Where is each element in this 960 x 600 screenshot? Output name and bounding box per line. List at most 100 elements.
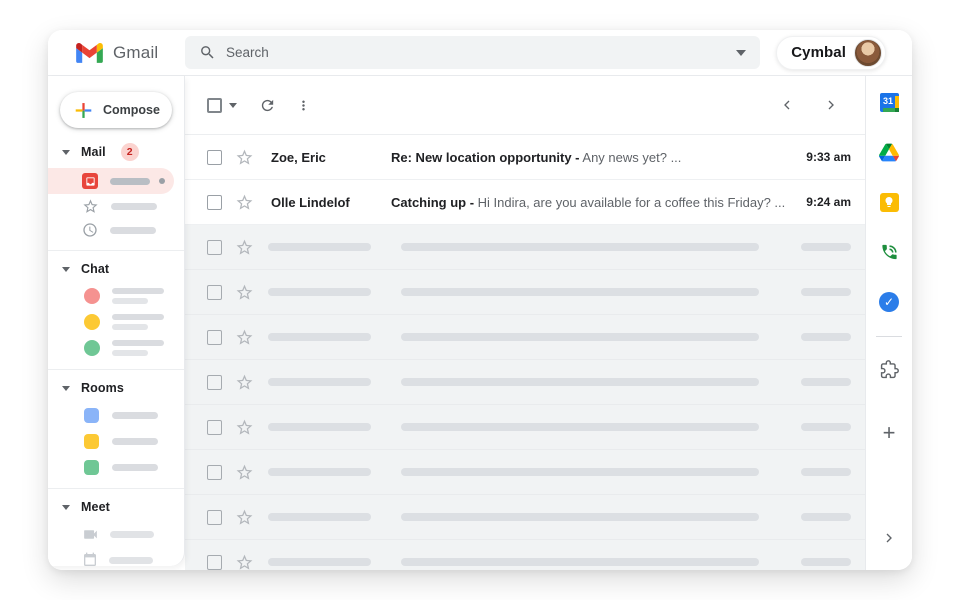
row-checkbox[interactable] xyxy=(207,240,222,255)
sidebar-item-inbox[interactable] xyxy=(48,168,174,194)
gmail-logo[interactable]: Gmail xyxy=(48,43,185,63)
row-star-button[interactable] xyxy=(235,193,254,212)
room-name-placeholder xyxy=(112,464,158,471)
more-options-button[interactable] xyxy=(296,98,311,113)
unread-badge: 2 xyxy=(121,143,139,161)
row-star-button[interactable] xyxy=(235,238,254,257)
room-item[interactable] xyxy=(48,428,184,454)
older-page-button[interactable] xyxy=(823,97,839,113)
section-chat[interactable]: Chat xyxy=(48,259,184,279)
get-addons-button[interactable] xyxy=(879,359,899,379)
drive-app-button[interactable] xyxy=(879,142,899,162)
chevron-down-icon[interactable] xyxy=(62,267,70,272)
account-pill[interactable]: Cymbal xyxy=(776,36,886,70)
placeholder-email-row[interactable] xyxy=(185,540,865,570)
chevron-down-icon[interactable] xyxy=(62,386,70,391)
row-checkbox[interactable] xyxy=(207,465,222,480)
starred-label-placeholder xyxy=(111,203,157,210)
search-options-caret-icon[interactable] xyxy=(736,50,746,56)
time-placeholder-bar xyxy=(801,468,851,476)
email-subject: Re: New location opportunity - xyxy=(391,150,580,165)
room-item[interactable] xyxy=(48,402,184,428)
select-all-checkbox[interactable] xyxy=(207,98,222,113)
time-placeholder-bar xyxy=(801,423,851,431)
user-avatar[interactable] xyxy=(854,39,882,67)
subject-placeholder-bar xyxy=(401,468,759,476)
select-caret-icon[interactable] xyxy=(229,103,237,108)
refresh-icon xyxy=(259,97,276,114)
row-checkbox[interactable] xyxy=(207,285,222,300)
refresh-button[interactable] xyxy=(259,97,276,114)
placeholder-email-row[interactable] xyxy=(185,225,865,270)
sidebar-item-snoozed[interactable] xyxy=(48,218,184,242)
star-icon xyxy=(235,238,254,257)
chevron-down-icon[interactable] xyxy=(62,505,70,510)
time-placeholder-bar xyxy=(801,378,851,386)
compose-button[interactable]: Compose xyxy=(60,92,172,128)
search-bar[interactable] xyxy=(185,36,760,69)
puzzle-icon xyxy=(880,360,899,379)
placeholder-email-row[interactable] xyxy=(185,450,865,495)
row-star-button[interactable] xyxy=(235,148,254,167)
add-panel-button[interactable]: + xyxy=(879,423,899,443)
brand-logo: Cymbal xyxy=(791,44,846,61)
calendar-outline-icon xyxy=(82,552,98,566)
time-placeholder-bar xyxy=(801,333,851,341)
row-star-button[interactable] xyxy=(235,508,254,527)
placeholder-email-row[interactable] xyxy=(185,315,865,360)
tasks-app-button[interactable]: ✓ xyxy=(879,292,899,312)
chat-avatar-red xyxy=(84,288,100,304)
star-icon xyxy=(82,198,99,215)
placeholder-email-row[interactable] xyxy=(185,360,865,405)
chat-conversation-item[interactable] xyxy=(48,335,184,361)
newer-page-button[interactable] xyxy=(779,97,795,113)
row-checkbox[interactable] xyxy=(207,330,222,345)
star-icon xyxy=(235,148,254,167)
sidebar-item-starred[interactable] xyxy=(48,194,184,218)
email-time: 9:33 am xyxy=(806,150,865,164)
section-rooms[interactable]: Rooms xyxy=(48,378,184,398)
placeholder-email-row[interactable] xyxy=(185,495,865,540)
row-checkbox[interactable] xyxy=(207,195,222,210)
collapse-side-panel-button[interactable] xyxy=(879,528,899,548)
chat-conversation-item[interactable] xyxy=(48,283,184,309)
gmail-m-icon xyxy=(76,43,103,63)
divider xyxy=(48,369,184,370)
row-star-button[interactable] xyxy=(235,463,254,482)
room-item[interactable] xyxy=(48,454,184,480)
search-input[interactable] xyxy=(226,45,726,60)
row-star-button[interactable] xyxy=(235,283,254,302)
row-star-button[interactable] xyxy=(235,553,254,571)
room-avatar-yellow xyxy=(84,434,99,449)
sender-placeholder-bar xyxy=(268,423,371,431)
row-star-button[interactable] xyxy=(235,418,254,437)
section-mail[interactable]: Mail 2 xyxy=(48,142,184,162)
email-row[interactable]: Zoe, Eric Re: New location opportunity -… xyxy=(185,135,865,180)
voice-app-button[interactable] xyxy=(879,242,899,262)
email-row[interactable]: Olle Lindelof Catching up - Hi Indira, a… xyxy=(185,180,865,225)
meet-label-placeholder xyxy=(109,557,153,564)
side-panel-rail: 31 xyxy=(865,76,912,570)
time-placeholder-bar xyxy=(801,513,851,521)
star-icon xyxy=(235,508,254,527)
placeholder-email-row[interactable] xyxy=(185,270,865,315)
meet-join-meeting-item[interactable] xyxy=(48,547,184,566)
section-meet[interactable]: Meet xyxy=(48,497,184,517)
calendar-app-button[interactable]: 31 xyxy=(879,92,899,112)
row-star-button[interactable] xyxy=(235,373,254,392)
row-checkbox[interactable] xyxy=(207,555,222,570)
row-checkbox[interactable] xyxy=(207,420,222,435)
meet-new-meeting-item[interactable] xyxy=(48,521,184,547)
keep-app-button[interactable] xyxy=(879,192,899,212)
subject-placeholder-bar xyxy=(401,423,759,431)
chat-conversation-item[interactable] xyxy=(48,309,184,335)
row-checkbox[interactable] xyxy=(207,150,222,165)
row-star-button[interactable] xyxy=(235,328,254,347)
row-checkbox[interactable] xyxy=(207,375,222,390)
plus-icon xyxy=(75,102,92,119)
rail-divider xyxy=(876,336,902,337)
row-checkbox[interactable] xyxy=(207,510,222,525)
chat-name-placeholder xyxy=(112,314,164,320)
placeholder-email-row[interactable] xyxy=(185,405,865,450)
chevron-down-icon[interactable] xyxy=(62,150,70,155)
